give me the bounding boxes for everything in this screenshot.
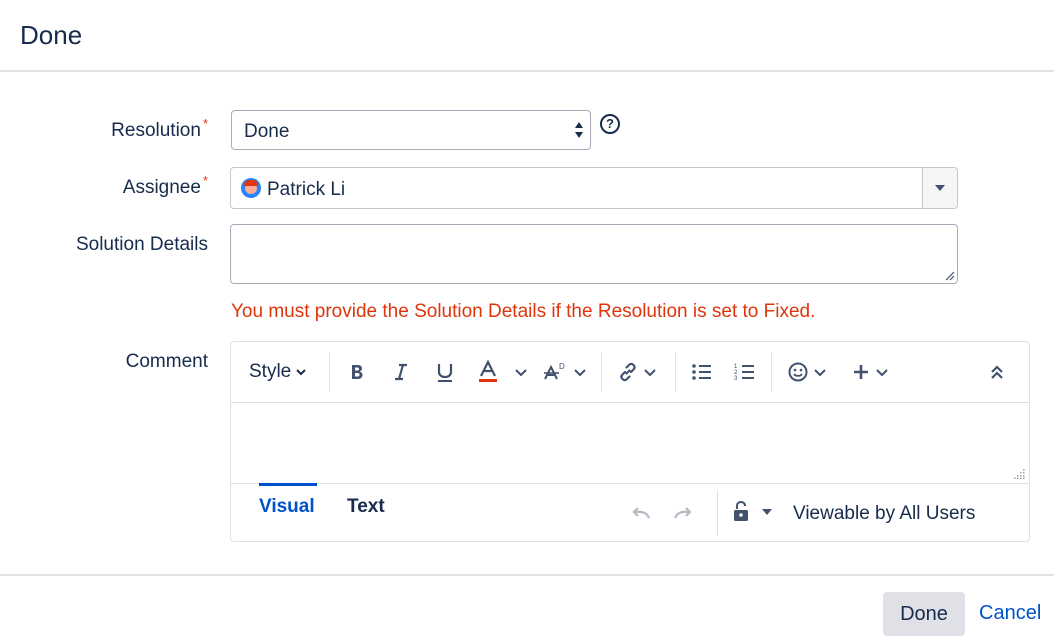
editor-bottom-bar: Visual Text Viewable by All Users <box>231 483 1029 542</box>
dialog-header: Done <box>0 0 1054 72</box>
numbered-list-icon: 123 <box>734 364 754 382</box>
unlock-icon[interactable] <box>731 500 755 524</box>
underline-icon <box>437 364 453 382</box>
chevron-down-icon <box>814 369 826 376</box>
text-color-button[interactable] <box>477 356 499 388</box>
assignee-label-text: Assignee <box>122 177 201 198</box>
required-marker: * <box>202 173 208 188</box>
svg-text:3: 3 <box>734 376 738 382</box>
link-button[interactable] <box>617 356 656 388</box>
text-effects-button[interactable]: D <box>543 356 586 388</box>
done-button[interactable]: Done <box>883 592 965 636</box>
required-marker: * <box>202 116 208 131</box>
assignee-label: Assignee * <box>122 173 208 199</box>
bullet-list-icon <box>692 364 711 380</box>
collapse-toolbar-button[interactable] <box>989 356 1005 388</box>
text-effects-icon: D <box>544 362 565 380</box>
tab-visual-label: Visual <box>259 496 315 517</box>
dialog-title: Done <box>20 20 83 50</box>
cancel-link[interactable]: Cancel <box>979 602 1041 625</box>
bold-button[interactable] <box>347 356 367 388</box>
comment-label: Comment <box>125 351 208 372</box>
emoji-button[interactable] <box>787 356 826 388</box>
undo-icon[interactable] <box>629 504 653 522</box>
insert-button[interactable] <box>851 356 888 388</box>
insert-icon <box>854 365 868 379</box>
resize-handle-icon[interactable] <box>943 269 955 281</box>
style-label: Style <box>249 361 292 382</box>
redo-icon[interactable] <box>671 504 695 522</box>
comment-editor: Style D 12 3 Visual Text Viewable by All… <box>230 341 1030 542</box>
underline-button[interactable] <box>434 356 456 388</box>
text-color-dropdown[interactable] <box>515 356 527 388</box>
resolution-select[interactable]: Done <box>231 110 591 150</box>
tab-text[interactable]: Text <box>347 496 385 518</box>
assignee-dropdown-button[interactable] <box>922 168 957 208</box>
editor-toolbar: Style D 12 3 <box>231 342 1029 403</box>
chevron-down-icon <box>574 369 586 376</box>
italic-button[interactable] <box>391 356 411 388</box>
emoji-icon <box>788 362 808 382</box>
chevron-down-icon <box>296 369 306 376</box>
visibility-label[interactable]: Viewable by All Users <box>793 503 975 525</box>
error-message: You must provide the Solution Details if… <box>231 301 816 322</box>
resolution-label-text: Resolution <box>111 120 201 141</box>
help-icon[interactable]: ? <box>600 114 620 134</box>
text-color-icon <box>479 360 497 382</box>
resolution-label: Resolution * <box>111 116 208 142</box>
chevron-down-icon <box>515 369 527 376</box>
comment-text-area[interactable] <box>231 403 1029 483</box>
style-dropdown[interactable]: Style <box>249 356 306 388</box>
italic-icon <box>395 363 407 381</box>
solution-details-label: Solution Details <box>75 234 208 255</box>
chevron-down-icon <box>935 185 945 191</box>
resize-handle-icon[interactable] <box>1013 467 1025 479</box>
assignee-value: Patrick Li <box>267 179 346 200</box>
link-icon <box>620 362 636 382</box>
bullet-list-button[interactable] <box>691 356 713 388</box>
chevron-down-icon <box>876 369 888 376</box>
bold-icon <box>352 365 363 379</box>
chevron-down-icon <box>644 369 656 376</box>
numbered-list-button[interactable]: 123 <box>734 356 756 388</box>
assignee-select[interactable]: Patrick Li <box>230 167 958 209</box>
collapse-icon <box>991 365 1003 379</box>
solution-details-field[interactable] <box>230 224 958 284</box>
resolution-value: Done <box>244 121 290 142</box>
svg-text:D: D <box>559 362 565 371</box>
select-arrows-icon <box>575 122 583 138</box>
avatar <box>241 178 261 198</box>
chevron-down-icon[interactable] <box>761 508 773 516</box>
